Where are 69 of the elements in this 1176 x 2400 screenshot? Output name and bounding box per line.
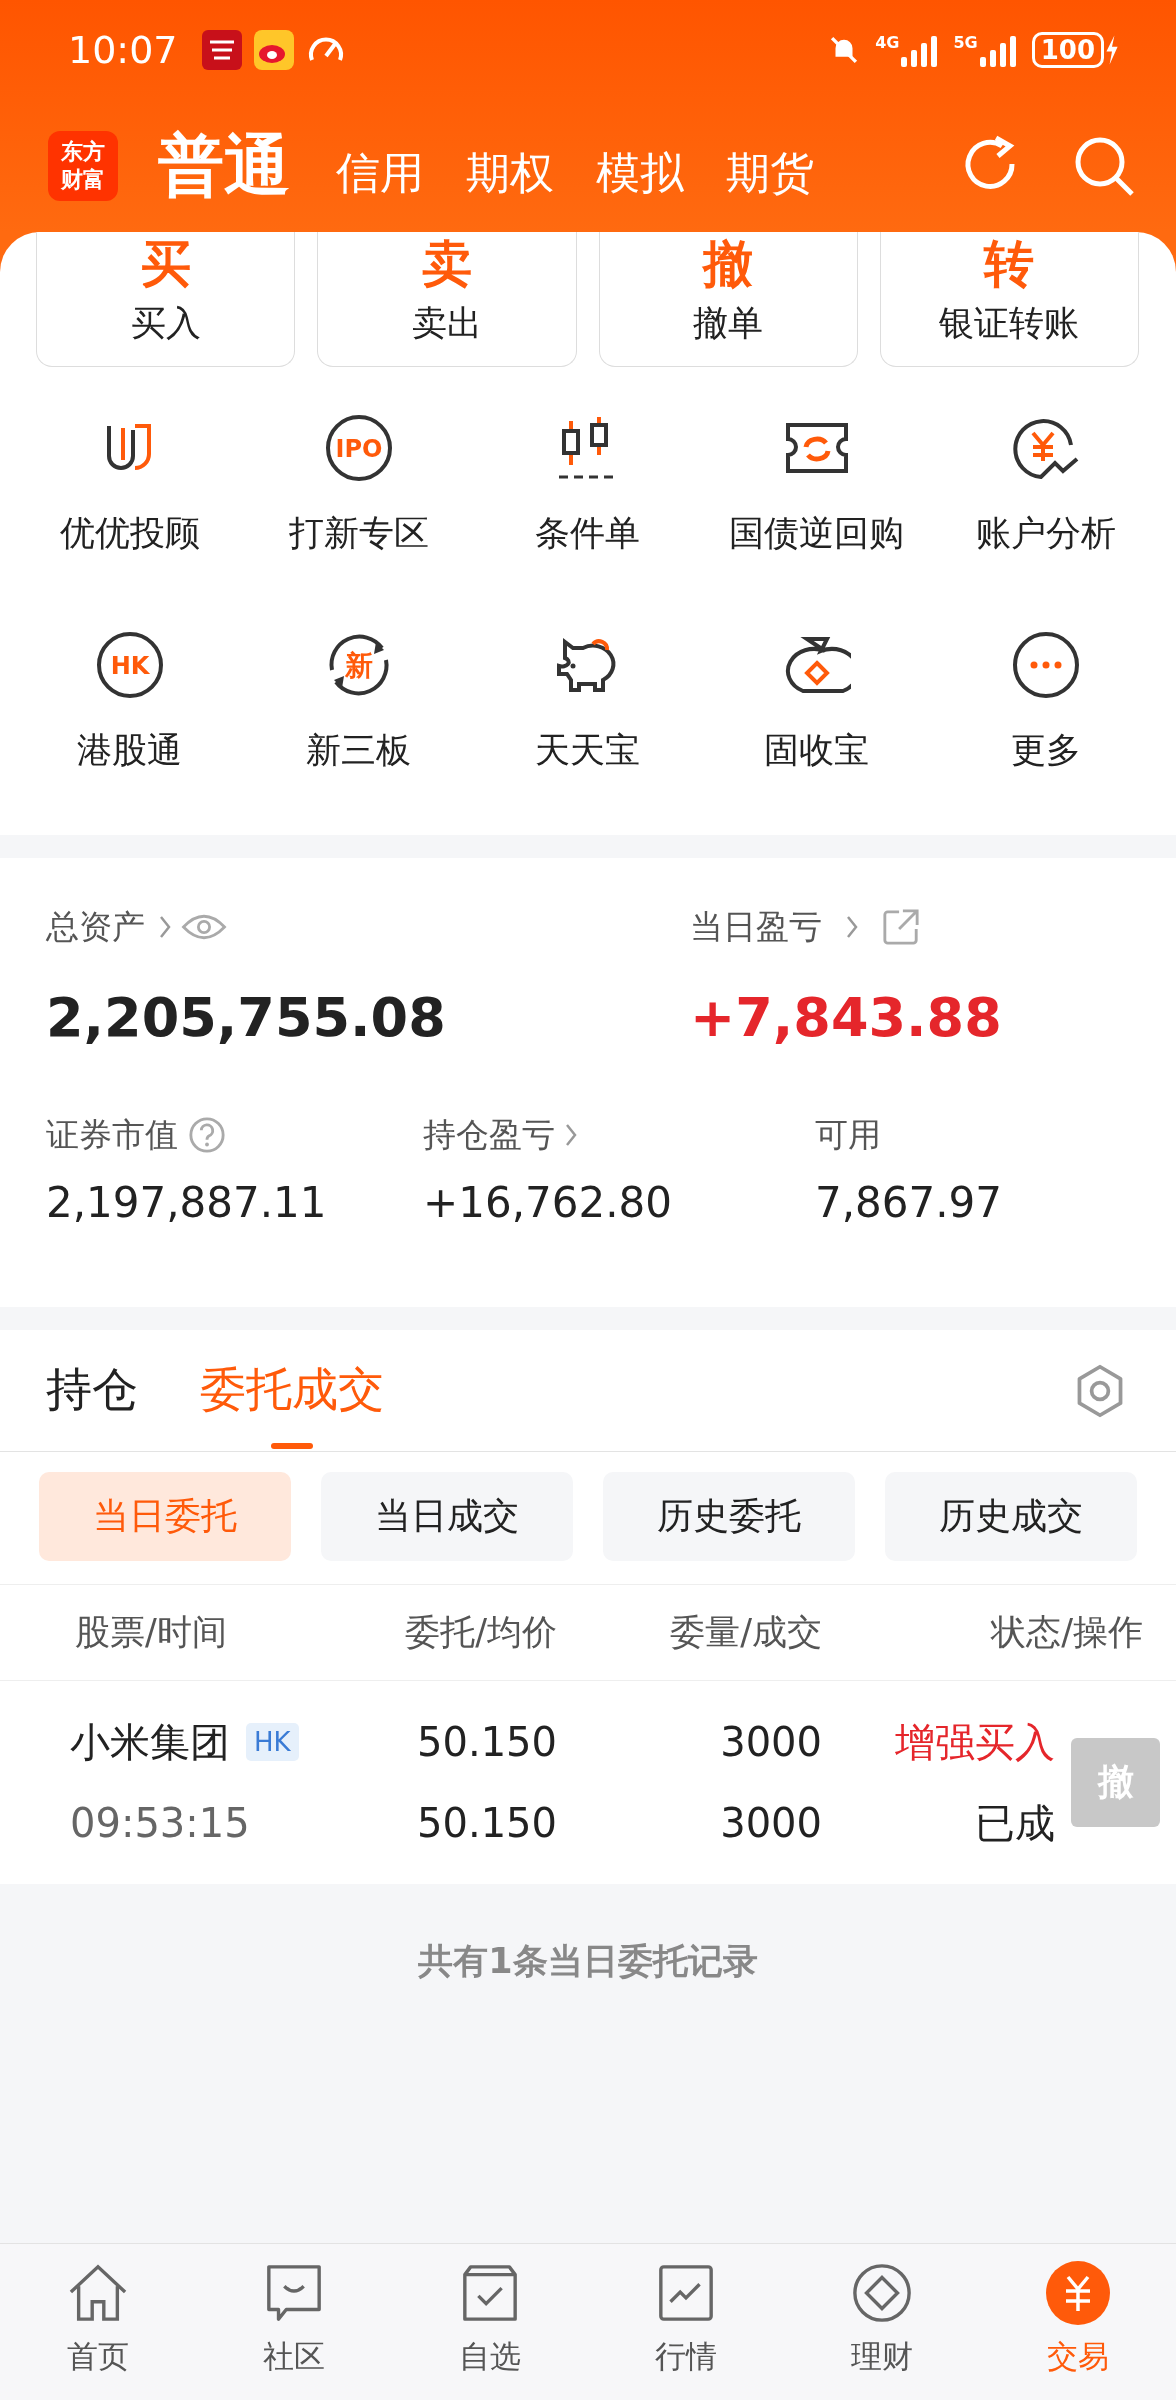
action-glyph: 买 bbox=[140, 236, 191, 292]
network-label: 5G bbox=[953, 33, 978, 52]
service-label[interactable]: 条件单 bbox=[535, 510, 640, 557]
chevron-icon[interactable] bbox=[565, 1123, 577, 1147]
action-label: 卖出 bbox=[411, 302, 482, 345]
daily-pnl-value: +7,843.88 bbox=[690, 986, 1002, 1050]
filter-chip[interactable]: 历史成交 bbox=[885, 1472, 1137, 1561]
section-tab[interactable]: 持仓 bbox=[46, 1330, 138, 1451]
nav-tab[interactable]: 首页 bbox=[67, 2336, 129, 2378]
available-funds-value: 7,867.97 bbox=[815, 1178, 1003, 1228]
order-type: 增强买入 bbox=[894, 1717, 1055, 1767]
service-label[interactable]: 账户分析 bbox=[975, 510, 1116, 557]
filter-chip[interactable]: 历史委托 bbox=[603, 1472, 855, 1561]
asset-label: 当日盈亏 bbox=[690, 905, 822, 948]
signal-icon bbox=[899, 33, 940, 67]
filled-quantity: 3000 bbox=[719, 1800, 822, 1846]
network-label: 4G bbox=[875, 33, 900, 52]
service-label[interactable]: 天天宝 bbox=[535, 727, 640, 774]
more-icon[interactable] bbox=[1010, 630, 1081, 700]
action-glyph: 撤 bbox=[703, 236, 754, 292]
clock: 10:07 bbox=[68, 28, 178, 72]
service-label[interactable]: 优优投顾 bbox=[59, 510, 200, 557]
battery-level: 100 bbox=[1031, 32, 1104, 68]
nav-tab[interactable]: 社区 bbox=[263, 2336, 325, 2378]
nav-tab[interactable]: 理财 bbox=[851, 2336, 913, 2378]
nav-tab[interactable]: 行情 bbox=[655, 2336, 717, 2378]
asset-label: 证券市值 bbox=[46, 1113, 178, 1156]
quick-action-button[interactable]: 买 买入 bbox=[36, 232, 296, 367]
action-label: 撤单 bbox=[693, 302, 764, 345]
chevron-icon[interactable] bbox=[846, 915, 858, 939]
action-label: 买入 bbox=[130, 302, 201, 345]
column-header: 委托/均价 bbox=[404, 1611, 557, 1654]
stock-name: 小米集团 bbox=[70, 1717, 230, 1767]
order-time: 09:53:15 bbox=[70, 1800, 251, 1846]
service-label[interactable]: 打新专区 bbox=[288, 510, 429, 557]
news-app-icon bbox=[201, 30, 242, 70]
action-label: 银证转账 bbox=[939, 302, 1080, 345]
chevron-icon[interactable] bbox=[159, 915, 171, 939]
quick-action-button[interactable]: 转 银证转账 bbox=[879, 232, 1139, 367]
asset-label: 总资产 bbox=[46, 905, 145, 948]
service-label[interactable]: 固收宝 bbox=[764, 727, 869, 774]
filter-chip[interactable]: 当日成交 bbox=[321, 1472, 573, 1561]
asset-label: 可用 bbox=[815, 1113, 881, 1156]
market-tag: HK bbox=[246, 1723, 299, 1761]
order-status: 已成 bbox=[974, 1798, 1055, 1848]
service-label[interactable]: 更多 bbox=[1010, 727, 1081, 774]
action-glyph: 转 bbox=[984, 236, 1035, 292]
app-logo: 东方财富 bbox=[48, 131, 118, 201]
order-price: 50.150 bbox=[416, 1719, 557, 1765]
column-header: 状态/操作 bbox=[989, 1611, 1143, 1654]
home-icon[interactable] bbox=[67, 2263, 129, 2323]
order-quantity: 3000 bbox=[719, 1719, 822, 1765]
quick-action-button[interactable]: 撤 撤单 bbox=[598, 232, 858, 367]
asset-label: 持仓盈亏 bbox=[423, 1113, 555, 1156]
signal-icon bbox=[977, 33, 1018, 67]
column-header: 股票/时间 bbox=[75, 1611, 228, 1654]
nav-tab[interactable]: 自选 bbox=[459, 2336, 521, 2378]
column-header: 委量/成交 bbox=[669, 1611, 822, 1654]
yen-coin-icon[interactable] bbox=[1046, 2261, 1110, 2325]
average-price: 50.150 bbox=[416, 1800, 557, 1846]
service-label[interactable]: 港股通 bbox=[77, 727, 182, 774]
record-count-note: 共有1条当日委托记录 bbox=[417, 1940, 759, 1983]
total-assets-value: 2,205,755.08 bbox=[46, 986, 447, 1050]
service-label[interactable]: 国债逆回购 bbox=[729, 510, 904, 557]
position-pnl-value: +16,762.80 bbox=[423, 1178, 673, 1228]
action-glyph: 卖 bbox=[421, 236, 472, 292]
quick-action-button[interactable]: 卖 卖出 bbox=[317, 232, 577, 367]
market-value: 2,197,887.11 bbox=[46, 1178, 328, 1228]
service-label[interactable]: 新三板 bbox=[306, 727, 411, 774]
